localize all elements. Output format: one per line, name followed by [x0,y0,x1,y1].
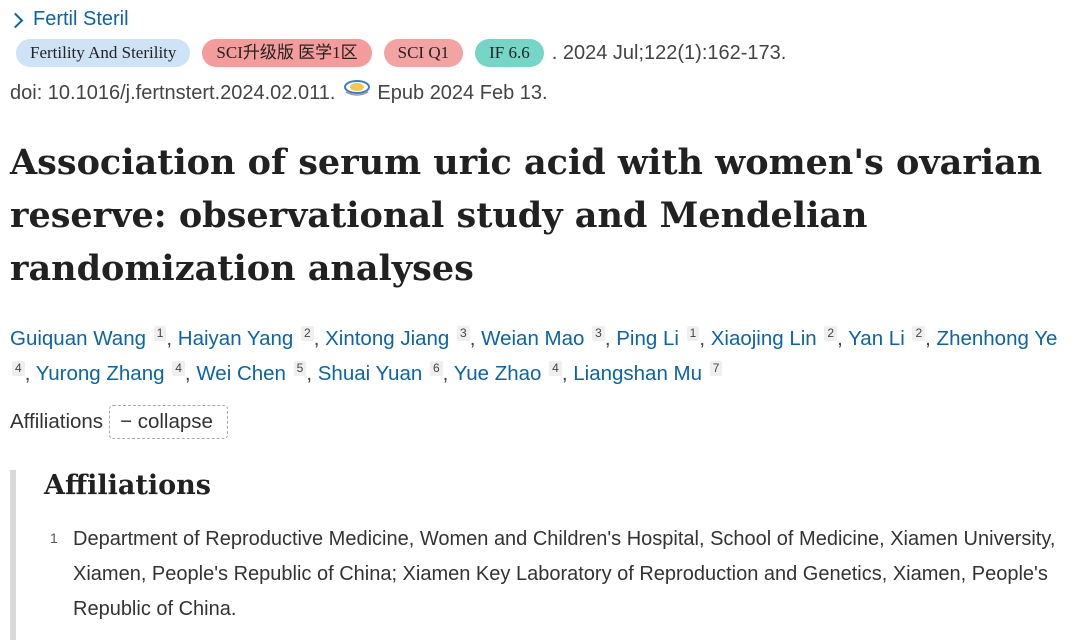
sci-q-badge[interactable]: SCI Q1 [383,39,464,67]
author: Yue Zhao 4 [454,361,562,385]
affiliation-ref[interactable]: 4 [172,361,185,376]
author-link[interactable]: Liangshan Mu [573,362,702,385]
affiliation-ref[interactable]: 4 [549,361,562,376]
affiliation-ref[interactable]: 7 [709,361,723,376]
epub-text: Epub 2024 Feb 13. [377,82,548,104]
author-link[interactable]: Xintong Jiang [325,327,449,350]
author: Xintong Jiang 3 [325,326,470,350]
affiliation-ref[interactable]: 1 [686,326,700,341]
author-link[interactable]: Shuai Yuan [318,362,423,385]
journal-name[interactable]: Fertil Steril [33,8,129,31]
author-link[interactable]: Haiyan Yang [178,327,294,350]
affiliations-toggle: Affiliations − collapse [10,405,228,439]
affiliations-heading: Affiliations [44,470,211,501]
article-title: Association of serum uric acid with wome… [10,142,1043,289]
affiliation-ref[interactable]: 3 [457,326,470,341]
affiliation-ref[interactable]: 1 [153,326,167,341]
journal-link[interactable]: Fertil Steril [7,8,129,31]
author-link[interactable]: Guiquan Wang [10,327,146,350]
author-link[interactable]: Ping Li [616,327,679,350]
chevron-right-icon [7,12,24,28]
author: Weian Mao 3 [481,326,605,350]
author: Ping Li 1 [616,326,700,350]
journal-badges: Fertility And Sterility SCI升级版 医学1区 SCI … [16,39,786,67]
epub-icon [343,78,371,98]
journal-full-badge[interactable]: Fertility And Sterility [16,39,191,67]
author: Xiaojing Lin 2 [711,326,838,350]
author: Shuai Yuan 6 [318,361,443,385]
affiliation-ref[interactable]: 2 [912,326,926,341]
affiliation-number: 1 [50,530,58,546]
affiliation-ref[interactable]: 2 [301,326,314,341]
author: Wei Chen 5 [196,361,307,385]
doi-line: doi: 10.1016/j.fertnstert.2024.02.011. E… [10,79,548,105]
affiliations-panel: Affiliations 1 Department of Reproductiv… [10,470,1076,640]
author-link[interactable]: Wei Chen [196,362,286,385]
affiliations-label: Affiliations [10,410,104,433]
author-link[interactable]: Weian Mao [481,327,584,350]
sci-zone-badge[interactable]: SCI升级版 医学1区 [202,39,372,67]
citation-text: . 2024 Jul;122(1):162-173. [551,41,787,64]
author-link[interactable]: Xiaojing Lin [711,327,817,350]
affiliation-ref[interactable]: 6 [429,361,443,376]
doi-text: doi: 10.1016/j.fertnstert.2024.02.011. [10,82,336,104]
author: Liangshan Mu 7 [573,361,723,385]
affiliation-ref[interactable]: 4 [12,361,25,376]
author: Guiquan Wang 1 [10,326,167,350]
affiliation-ref[interactable]: 5 [293,361,307,376]
author-list: Guiquan Wang 1, Haiyan Yang 2, Xintong J… [10,326,1058,385]
affiliation-ref[interactable]: 2 [824,326,838,341]
author: Haiyan Yang 2 [178,326,314,350]
author-link[interactable]: Yurong Zhang [36,362,165,385]
collapse-button[interactable]: − collapse [109,405,228,439]
author-link[interactable]: Yue Zhao [454,362,542,385]
affiliation-text: Department of Reproductive Medicine, Wom… [73,528,1056,620]
author-link[interactable]: Zhenhong Ye [937,327,1058,350]
author: Yan Li 2 [848,326,926,350]
author: Yurong Zhang 4 [36,361,185,385]
author-link[interactable]: Yan Li [848,327,905,350]
impact-factor-badge[interactable]: IF 6.6 [475,39,544,67]
affiliation-ref[interactable]: 3 [592,326,605,341]
